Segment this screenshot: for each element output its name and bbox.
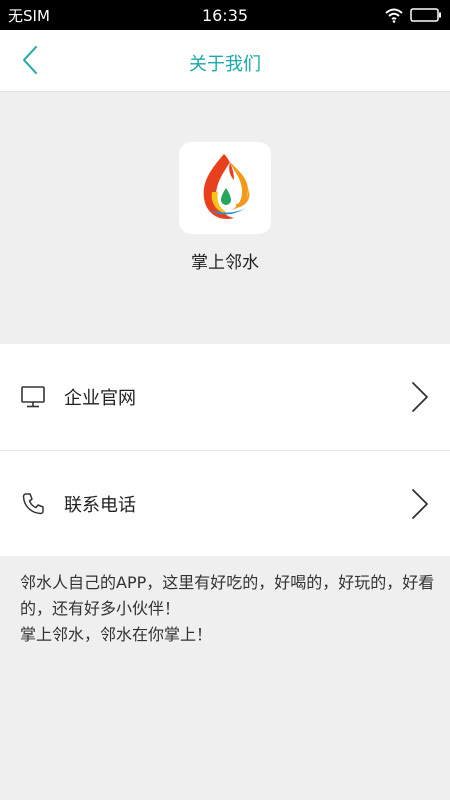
menu-item-label: 企业官网 bbox=[64, 388, 136, 409]
menu-item-phone[interactable]: 联系电话 bbox=[0, 450, 450, 556]
menu-item-label: 联系电话 bbox=[64, 494, 136, 516]
flame-water-logo bbox=[203, 154, 250, 220]
app-logo bbox=[179, 142, 271, 234]
menu-item-website[interactable]: 企业官网 bbox=[0, 344, 450, 450]
status-time: 16:35 bbox=[201, 6, 249, 25]
wifi-icon bbox=[385, 8, 403, 23]
phone-icon bbox=[20, 491, 46, 517]
battery-icon bbox=[410, 8, 441, 22]
carrier-label: 无SIM bbox=[8, 6, 50, 25]
description-line: 邻水人自己的APP，这里有好吃的，好喝的，好玩的，好看的，还有好多小伙伴！ bbox=[20, 573, 435, 618]
monitor-icon bbox=[20, 384, 46, 410]
description-line: 掌上邻水，邻水在你掌上！ bbox=[20, 625, 213, 644]
status-icons bbox=[384, 7, 442, 23]
app-name: 掌上邻水 bbox=[191, 253, 259, 273]
chevron-right-icon bbox=[412, 488, 428, 519]
about-description: 邻水人自己的APP，这里有好吃的，好喝的，好玩的，好看的，还有好多小伙伴！ 掌上… bbox=[20, 570, 435, 648]
chevron-right-icon bbox=[412, 382, 428, 412]
page-title: 关于我们 bbox=[189, 54, 261, 75]
menu-list: 企业官网 联系电话 bbox=[0, 344, 450, 556]
nav-bar: 关于我们 bbox=[0, 30, 450, 92]
status-bar: 无SIM 16:35 bbox=[0, 0, 450, 30]
